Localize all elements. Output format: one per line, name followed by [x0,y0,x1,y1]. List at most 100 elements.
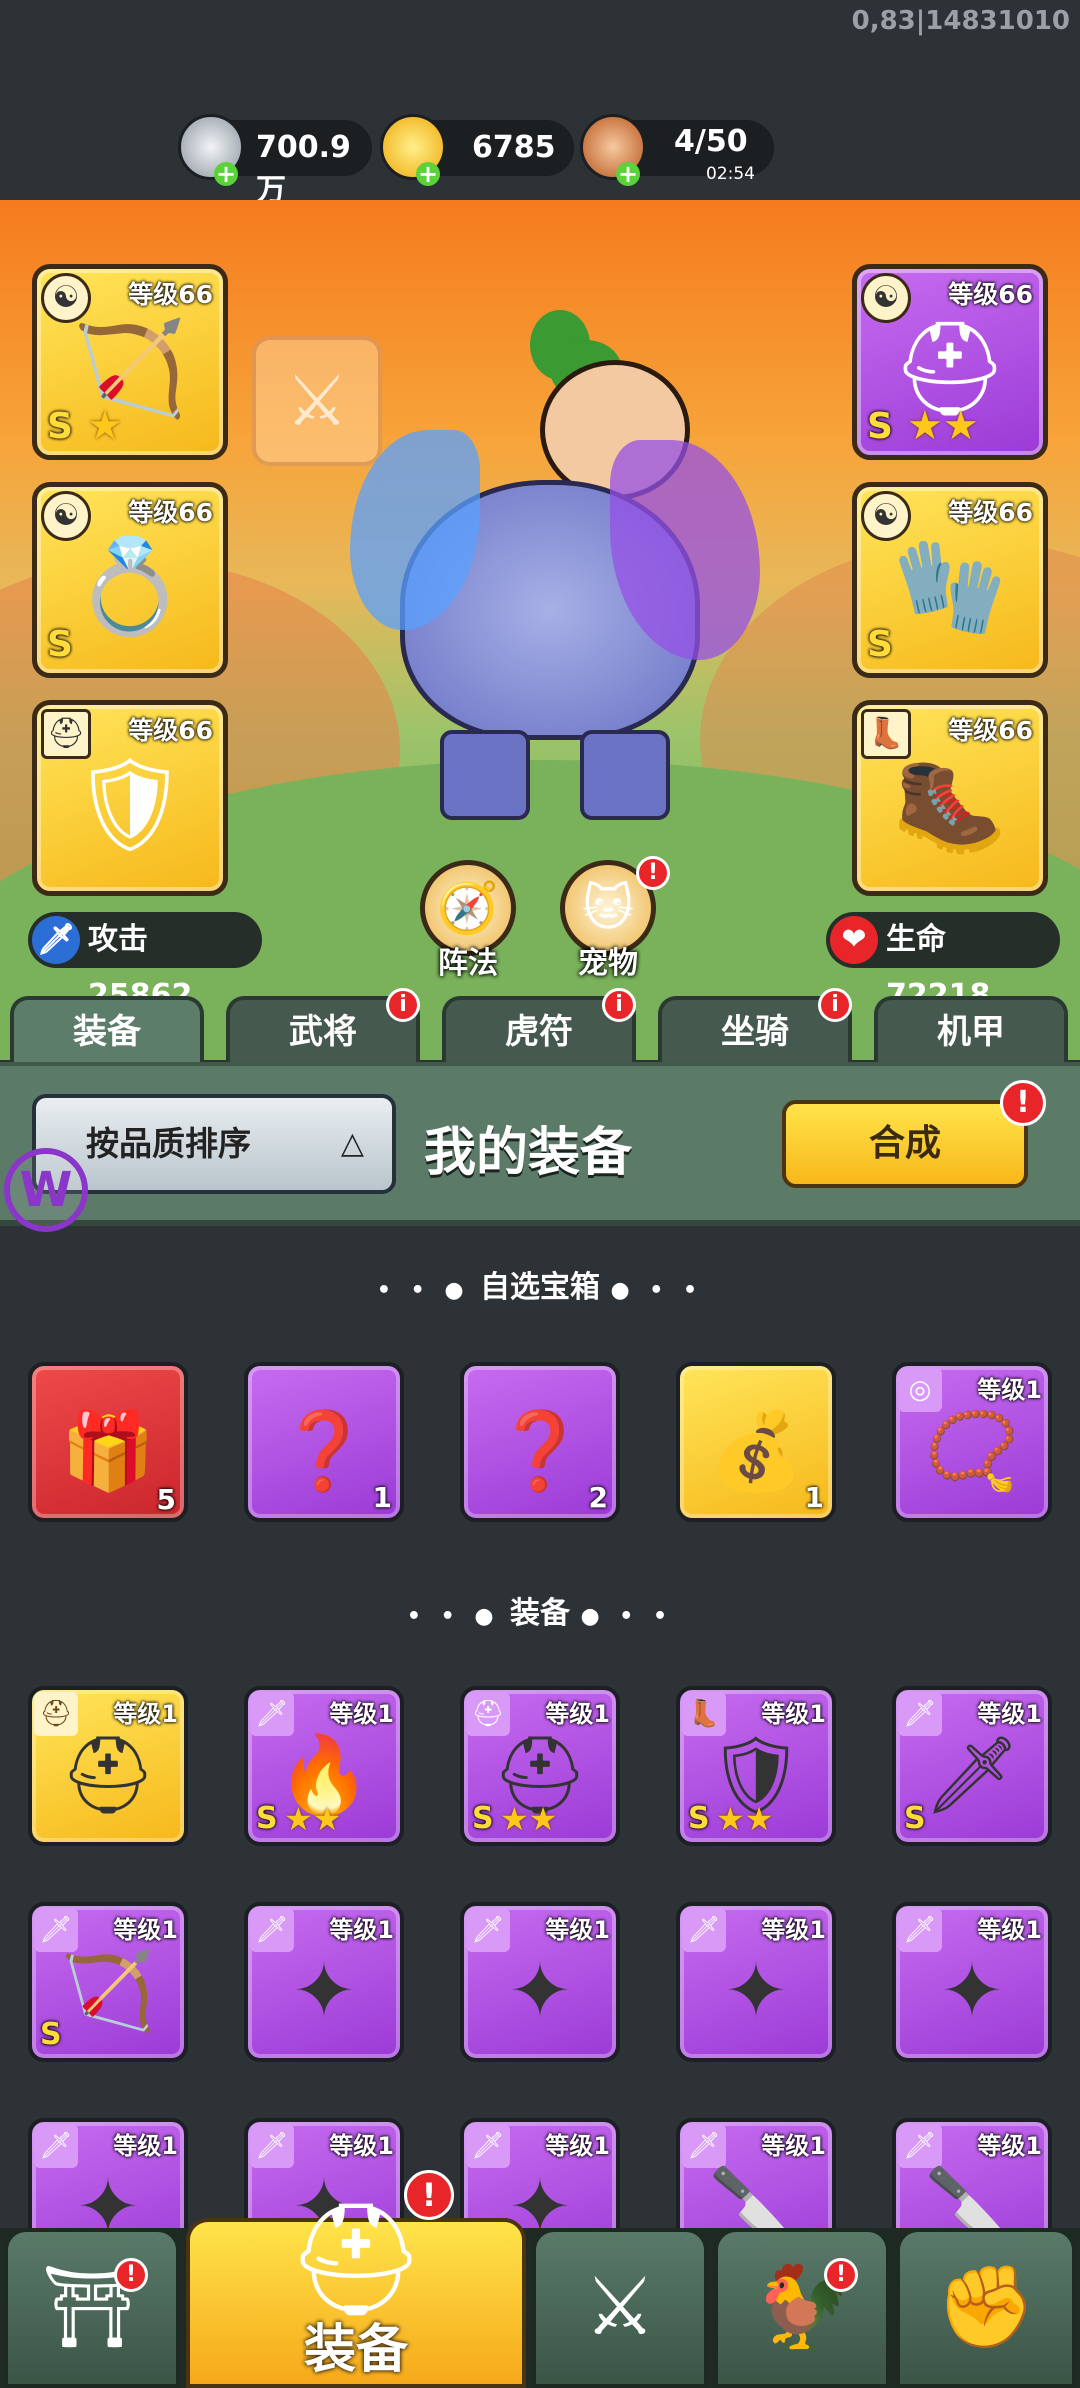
equip-slot-helmet[interactable]: ☯ 等级66 ⛑ S ★★ [852,264,1048,460]
hero-character [350,290,760,830]
tab-mecha[interactable]: 机甲 [874,996,1068,1062]
helmet-icon: ⛑ [59,1730,157,1820]
grade-label: S [688,1801,710,1836]
stamina-timer: 02:54 [706,164,755,184]
gold-counter[interactable]: + 6785 [380,114,574,186]
equipment-item[interactable]: 🗡 等级1 ✦ [244,1902,404,2062]
armor-icon: 🛡 [71,751,189,859]
nav-upgrade[interactable]: ✊ [896,2228,1076,2388]
category-tabs: 装备 武将 i 虎符 i 坐骑 i 机甲 [0,988,1080,1062]
item-level: 等级1 [329,1700,394,1728]
equip-slot-boots[interactable]: 👢 等级66 🥾 [852,700,1048,896]
tab-equipment[interactable]: 装备 [10,996,204,1062]
attack-stat: 🗡 攻击 25862 [28,912,262,1013]
life-stat: ❤ 生命 72218 [826,912,1060,1013]
ice-sword-icon: 🗡 [923,1730,1021,1820]
sword-icon: 🗡 [32,916,80,964]
shuriken-icon: ✦ [508,1946,572,2036]
dots-decoration: • • ● [376,1278,470,1303]
equipment-panel-header: 按品质排序 △ 我的装备 合成 ! [0,1062,1080,1226]
equipment-item[interactable]: ⛑ 等级1 ⛑ S ★★ [460,1686,620,1846]
equip-slot-ring[interactable]: ☯ 等级66 💍 S [32,482,228,678]
nav-equipment[interactable]: ⛑ 装备 [186,2204,526,2388]
bottom-nav: ⛩ ! ⛑ 装备 ! ⚔ 🐓 ! ✊ [0,2170,1080,2388]
mystery-chest-icon: ❓ [276,1406,372,1496]
lucky-bag-icon: 💰 [708,1406,804,1496]
shuriken-icon: ✦ [724,1946,788,2036]
chest-item[interactable]: 🎁 5 [28,1362,188,1522]
weapon-type-icon: 🗡 [34,2124,78,2168]
nav-heroes[interactable]: 🐓 [714,2228,890,2388]
star-rating: ★★ [500,1800,558,1838]
tally-info-icon: i [602,988,636,1022]
item-count: 1 [372,1481,392,1514]
synthesize-button[interactable]: 合成 [782,1100,1028,1188]
w-logo-icon[interactable]: W [4,1148,88,1232]
equip-slot-gauntlet[interactable]: ☯ 等级66 🧤 S [852,482,1048,678]
chest-item[interactable]: ❓ 1 [244,1362,404,1522]
hero-stage: ⚔ ☯ 等级66 🏹 S ★ ☯ 等级66 💍 S ⛑ 等级66 🛡 ☯ 等级6… [0,200,1080,1060]
synthesize-alert-icon: ! [1000,1080,1046,1126]
weapon-type-icon: 🗡 [466,1908,510,1952]
chest-item[interactable]: ❓ 2 [460,1362,620,1522]
equipment-item[interactable]: 🗡 等级1 ✦ [892,1902,1052,2062]
grade-label: S [867,624,893,665]
item-level: 等级1 [113,1700,178,1728]
chest-item[interactable]: 💰 1 [676,1362,836,1522]
gauntlet-icon: 🧤 [892,533,1008,641]
slot-level: 等级66 [128,280,213,309]
item-level: 等级1 [977,2132,1042,2160]
nav-battle[interactable]: ⚔ [532,2228,708,2388]
star-rating: ★★ [284,1800,342,1838]
item-count: 1 [804,1481,824,1514]
item-level: 等级1 [545,1916,610,1944]
sort-label: 按品质排序 [86,1124,251,1163]
silver-counter[interactable]: + 700.9万 [178,114,372,208]
heart-icon: ❤ [830,916,878,964]
generals-info-icon: i [386,988,420,1022]
mount-info-icon: i [818,988,852,1022]
grade-label: S [47,624,73,665]
triangle-up-icon: △ [340,1126,364,1161]
gold-value: 6785 [472,130,556,165]
treasure-chest-icon: 🎁 [60,1406,156,1496]
add-silver-icon[interactable]: + [214,162,238,186]
shuriken-icon: ✦ [940,1946,1004,2036]
stamina-counter[interactable]: + 4/50 02:54 [580,114,774,186]
sword-icon: ⚔ [285,360,349,442]
cat-icon: 🐱 [581,879,635,937]
grade-label: S [256,1801,278,1836]
item-level: 等级1 [977,1376,1042,1404]
item-level: 等级1 [545,2132,610,2160]
pet-alert-icon: ! [636,856,670,890]
equipment-item[interactable]: 🗡 等级1 ✦ [460,1902,620,2062]
add-gold-icon[interactable]: + [416,162,440,186]
item-level: 等级1 [329,2132,394,2160]
weapon-type-icon: 🗡 [682,1908,726,1952]
compass-icon: 🧭 [436,879,500,937]
crossbow-icon: 🏹 [72,315,188,423]
chest-item[interactable]: ◎ 等级1 📿 [892,1362,1052,1522]
chest-section-title: • • ● 自选宝箱 ● • • [376,1270,704,1305]
equipment-item[interactable]: 👢 等级1 🛡 S ★★ [676,1686,836,1846]
grade-label: S [472,1801,494,1836]
equipment-item[interactable]: 🗡 等级1 🗡 S [892,1686,1052,1846]
slot-level: 等级66 [948,280,1033,309]
nav-shop[interactable]: ⛩ [4,2228,180,2388]
item-level: 等级1 [761,1916,826,1944]
version-label: 0,83|14831010 [851,6,1070,36]
equip-slot-weapon[interactable]: ☯ 等级66 🏹 S ★ [32,264,228,460]
equip-slot-armor[interactable]: ⛑ 等级66 🛡 [32,700,228,896]
equipment-item[interactable]: ⛑ 等级1 ⛑ [28,1686,188,1846]
equipment-item[interactable]: 🗡 等级1 🔥 S ★★ [244,1686,404,1846]
slot-level: 等级66 [128,498,213,527]
panel-title: 我的装备 [424,1123,633,1183]
grade-label: S [867,406,893,447]
equipment-item[interactable]: 🗡 等级1 🏹 S [28,1902,188,2062]
locked-weapon-slot[interactable]: ⚔ [252,336,382,466]
add-stamina-icon[interactable]: + [616,162,640,186]
fist-upgrade-icon: ✊ [936,2260,1036,2353]
silver-value: 700.9万 [256,130,351,208]
heroes-alert-icon: ! [824,2258,858,2292]
equipment-item[interactable]: 🗡 等级1 ✦ [676,1902,836,2062]
